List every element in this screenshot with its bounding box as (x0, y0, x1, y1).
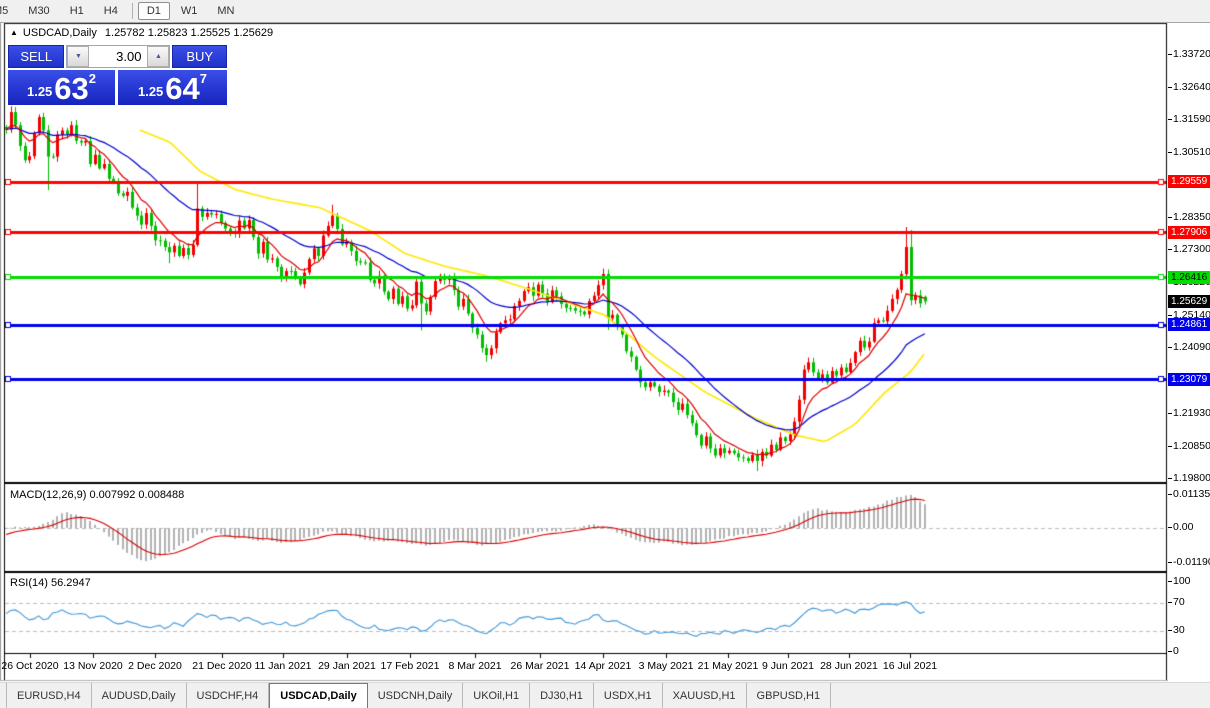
price-tick-label: 1.27300 (1168, 243, 1210, 256)
date-tick-label: 16 Jul 2021 (882, 660, 938, 672)
rsi-indicator-label: RSI(14) 56.2947 (10, 577, 91, 589)
tab-ukoil-h1[interactable]: UKOil,H1 (463, 683, 531, 708)
date-tick-label: 11 Jan 2021 (254, 660, 312, 672)
tab-usdchf-h4[interactable]: USDCHF,H4 (187, 683, 270, 708)
date-tick-label: 13 Nov 2020 (63, 660, 123, 672)
date-tick-label: 26 Mar 2021 (510, 660, 570, 672)
price-level-badge: 1.23079 (1168, 373, 1210, 386)
buy-price-big: 64 (165, 71, 200, 106)
tab-usdcnh-daily[interactable]: USDCNH,Daily (368, 683, 464, 708)
timeframe-toolbar: M5M30H1H4 D1W1MN (0, 0, 1210, 23)
buy-price-small: 1.25 (137, 84, 164, 99)
date-tick-label: 21 Dec 2020 (192, 660, 252, 672)
price-chart-canvas[interactable] (0, 0, 1168, 708)
sell-price-display[interactable]: 1.25 63 2 (8, 70, 115, 105)
one-click-trading-panel: SELL ▼ ▲ BUY 1.25632 1.25647 (8, 45, 227, 105)
date-tick-label: 14 Apr 2021 (574, 660, 632, 672)
rsi-tick-label: 100 (1168, 575, 1191, 587)
volume-input[interactable] (89, 46, 148, 67)
price-tick-label: 1.19800 (1168, 472, 1210, 485)
chart-symbol-label: USDCAD,Daily (22, 27, 97, 39)
buy-price-sup: 7 (199, 71, 208, 86)
tab-gbpusd-h1[interactable]: GBPUSD,H1 (747, 683, 832, 708)
date-tick-label: 8 Mar 2021 (448, 660, 502, 672)
timeframe-button-h1[interactable]: H1 (61, 2, 93, 20)
rsi-tick-label: 0 (1168, 645, 1179, 657)
price-tick-label: 1.24090 (1168, 341, 1210, 354)
tab-dj30-h1[interactable]: DJ30,H1 (530, 683, 594, 708)
sell-button[interactable]: SELL (8, 45, 65, 68)
price-level-badge: 1.27906 (1168, 226, 1210, 239)
date-tick-label: 26 Oct 2020 (1, 660, 59, 672)
sell-price-sup: 2 (88, 71, 97, 86)
tab-eurusd-h4[interactable]: EURUSD,H4 (6, 683, 92, 708)
price-tick-label: 1.32640 (1168, 80, 1210, 93)
buy-price-display[interactable]: 1.25 64 7 (118, 70, 227, 105)
date-tick-label: 28 Jun 2021 (820, 660, 878, 672)
price-tick-label: 1.30510 (1168, 145, 1210, 158)
up-arrow-icon: ▲ (154, 53, 162, 60)
sell-price-big: 63 (54, 71, 89, 106)
buy-button[interactable]: BUY (172, 45, 227, 68)
chart-ohlc-readout: 1.25782 1.25823 1.25525 1.25629 (104, 27, 274, 39)
chart-tabs-bar: EURUSD,H4 AUDUSD,Daily USDCHF,H4 USDCAD,Dai… (0, 682, 1210, 708)
price-level-badge: 1.29559 (1168, 175, 1210, 188)
timeframe-button-h4[interactable]: H4 (95, 2, 127, 20)
price-tick-label: 1.20850 (1168, 440, 1210, 453)
date-tick-label: 2 Dec 2020 (128, 660, 182, 672)
toolbar-separator (131, 3, 133, 19)
macd-tick-label: -0.011904 (1168, 556, 1210, 568)
mt4-window: M5M30H1H4 D1W1MN ▲ USDCAD,Daily 1.25782 1.2… (0, 0, 1210, 708)
down-arrow-icon: ▼ (74, 53, 82, 60)
tab-usdx-h1[interactable]: USDX,H1 (594, 683, 663, 708)
price-level-badge: 1.24861 (1168, 318, 1210, 331)
tab-xauusd-h1[interactable]: XAUUSD,H1 (663, 683, 747, 708)
price-tick-label: 1.21930 (1168, 407, 1210, 420)
volume-control: ▼ ▲ (66, 45, 171, 68)
timeframe-button-m30[interactable]: M30 (19, 2, 58, 20)
volume-decrease-button[interactable]: ▼ (67, 46, 90, 67)
price-level-badge: 1.26416 (1168, 271, 1210, 284)
macd-tick-label: 0.00 (1167, 521, 1194, 533)
date-tick-label: 3 May 2021 (638, 660, 694, 672)
price-tick-label: 1.31590 (1168, 112, 1210, 125)
macd-tick-label: 0.01135 (1167, 487, 1210, 500)
price-tick-label: 1.28350 (1168, 211, 1210, 224)
sell-price-small: 1.25 (26, 84, 53, 99)
rsi-tick-label: 70 (1168, 596, 1185, 608)
timeframe-button-m5[interactable]: M5 (0, 2, 17, 20)
panel-collapse-icon[interactable]: ▲ (10, 28, 18, 37)
date-tick-label: 29 Jan 2021 (318, 660, 376, 672)
tab-usdcad-daily[interactable]: USDCAD,Daily (269, 683, 368, 708)
timeframe-button-w1[interactable]: W1 (172, 2, 207, 20)
timeframe-button-mn[interactable]: MN (208, 2, 243, 20)
volume-increase-button[interactable]: ▲ (147, 46, 170, 67)
price-tick-label: 1.33720 (1168, 47, 1210, 60)
tab-audusd-daily[interactable]: AUDUSD,Daily (92, 683, 187, 708)
timeframe-button-d1[interactable]: D1 (137, 2, 170, 20)
chart-title: ▲ USDCAD,Daily 1.25782 1.25823 1.25525 1.2… (10, 27, 273, 39)
rsi-tick-label: 30 (1168, 624, 1185, 636)
date-tick-label: 17 Feb 2021 (380, 660, 440, 672)
price-level-badge: 1.25629 (1168, 295, 1210, 308)
macd-indicator-label: MACD(12,26,9) 0.007992 0.008488 (10, 489, 185, 501)
date-tick-label: 9 Jun 2021 (762, 660, 814, 672)
date-tick-label: 21 May 2021 (697, 660, 759, 672)
